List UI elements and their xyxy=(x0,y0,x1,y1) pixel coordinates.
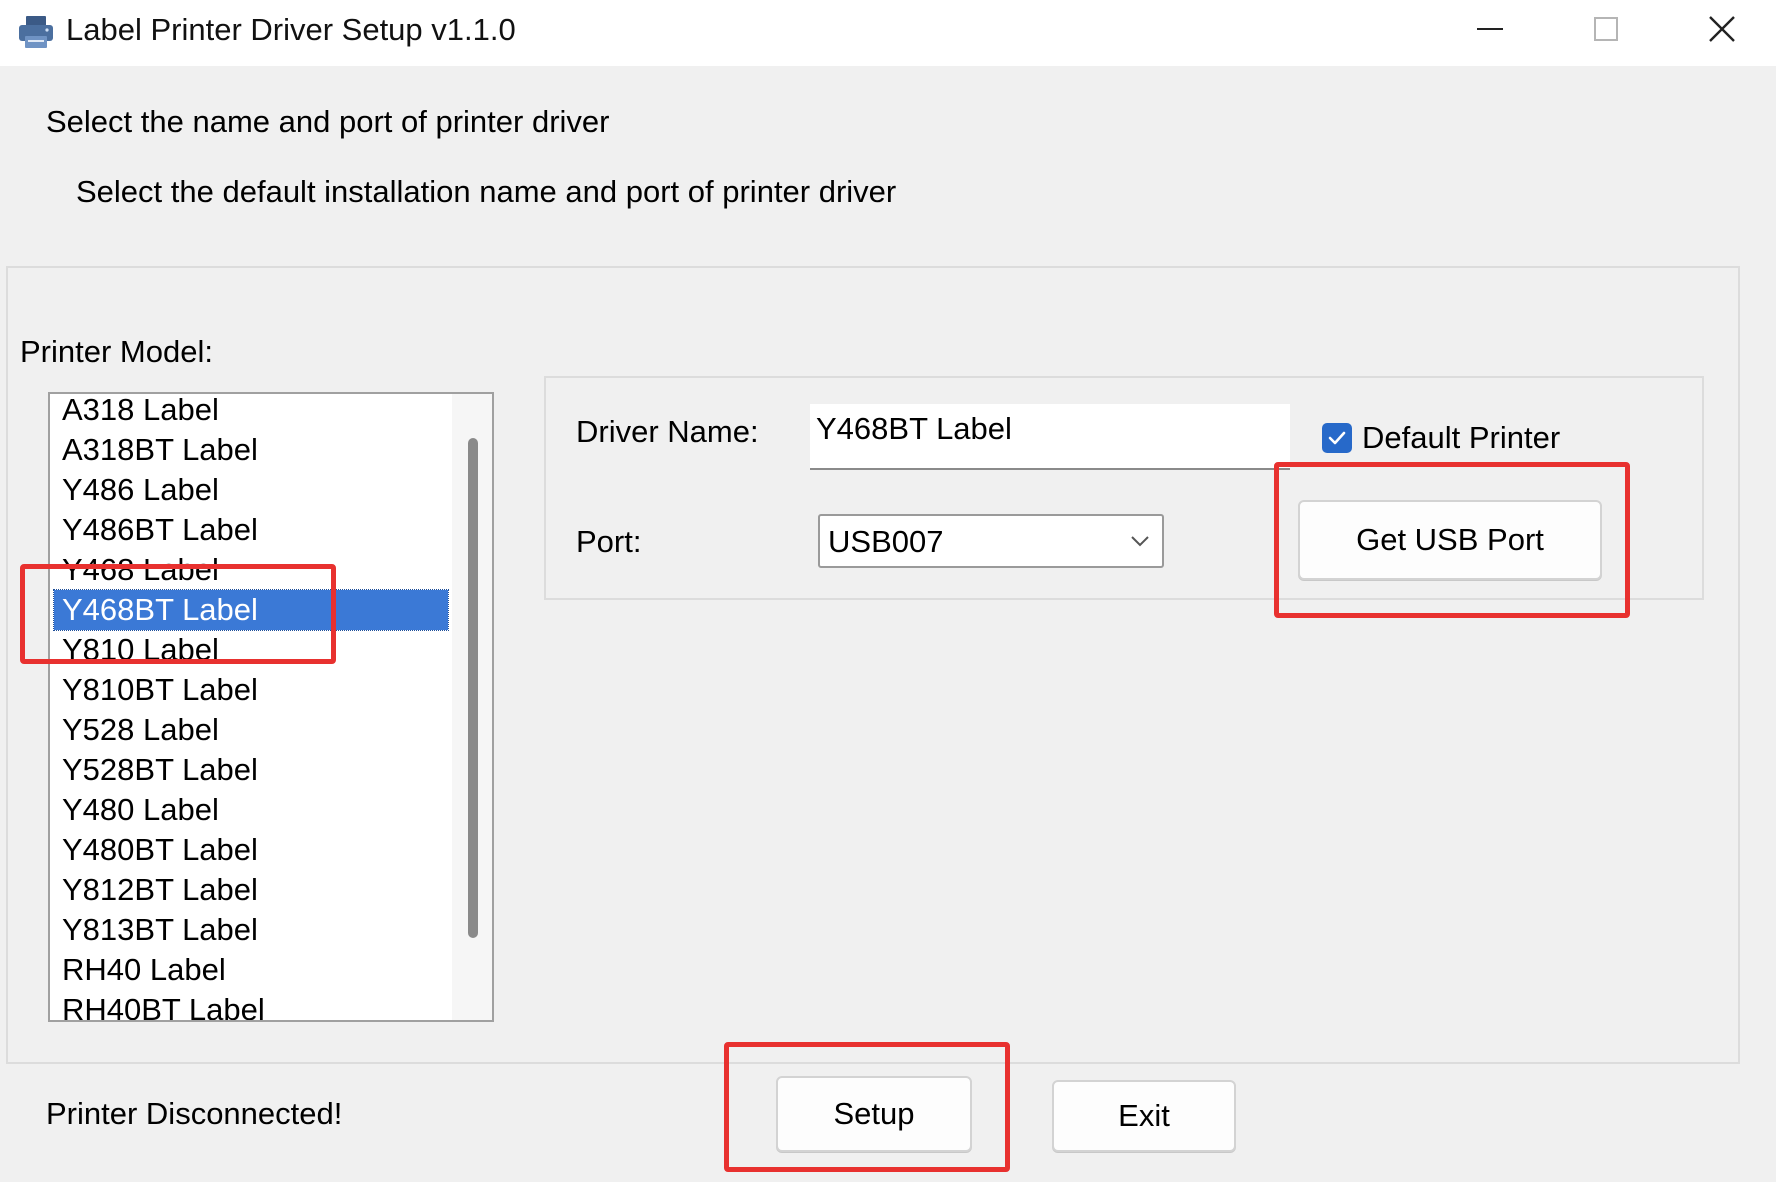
list-item[interactable]: Y480BT Label xyxy=(54,830,448,870)
setup-button[interactable]: Setup xyxy=(776,1076,972,1152)
scrollbar-thumb[interactable] xyxy=(468,438,478,938)
title-bar[interactable]: Label Printer Driver Setup v1.1.0 xyxy=(0,0,1776,66)
list-item[interactable]: Y528BT Label xyxy=(54,750,448,790)
driver-name-field[interactable] xyxy=(810,404,1290,470)
list-scrollbar[interactable] xyxy=(452,394,492,1020)
printer-model-label: Printer Model: xyxy=(20,334,213,369)
window-title: Label Printer Driver Setup v1.1.0 xyxy=(66,12,516,47)
checkmark-icon xyxy=(1322,423,1352,453)
list-item[interactable]: Y468 Label xyxy=(54,550,448,590)
printer-icon xyxy=(16,12,56,52)
list-item[interactable]: RH40BT Label xyxy=(54,990,448,1020)
port-label: Port: xyxy=(576,524,642,559)
default-printer-checkbox[interactable]: Default Printer xyxy=(1322,418,1560,458)
port-selected-value: USB007 xyxy=(828,524,944,559)
status-text: Printer Disconnected! xyxy=(46,1096,343,1131)
list-item[interactable]: Y812BT Label xyxy=(54,870,448,910)
printer-model-items: A318 Label A318BT Label Y486 Label Y486B… xyxy=(50,394,450,1020)
list-item-selected[interactable]: Y468BT Label xyxy=(53,589,449,631)
driver-name-label: Driver Name: xyxy=(576,414,759,449)
list-item[interactable]: Y528 Label xyxy=(54,710,448,750)
minimize-icon xyxy=(1477,27,1503,31)
list-item[interactable]: Y810 Label xyxy=(54,630,448,670)
list-item[interactable]: A318BT Label xyxy=(54,430,448,470)
default-printer-label: Default Printer xyxy=(1362,420,1561,455)
chevron-down-icon xyxy=(1130,534,1150,552)
close-button[interactable] xyxy=(1664,0,1776,58)
printer-model-list[interactable]: A318 Label A318BT Label Y486 Label Y486B… xyxy=(48,392,494,1022)
list-item[interactable]: Y486 Label xyxy=(54,470,448,510)
list-item[interactable]: RH40 Label xyxy=(54,950,448,990)
list-item[interactable]: Y480 Label xyxy=(54,790,448,830)
exit-button[interactable]: Exit xyxy=(1052,1080,1236,1152)
list-item[interactable]: Y486BT Label xyxy=(54,510,448,550)
get-usb-port-button[interactable]: Get USB Port xyxy=(1298,500,1602,580)
page-heading: Select the name and port of printer driv… xyxy=(46,104,610,139)
maximize-button[interactable] xyxy=(1548,0,1664,58)
maximize-icon xyxy=(1594,17,1618,41)
minimize-button[interactable] xyxy=(1432,0,1548,58)
page-subheading: Select the default installation name and… xyxy=(76,174,897,209)
setup-window: Label Printer Driver Setup v1.1.0 Select… xyxy=(0,0,1776,1182)
list-item[interactable]: Y810BT Label xyxy=(54,670,448,710)
port-dropdown[interactable]: USB007 xyxy=(818,514,1164,568)
close-icon xyxy=(1709,16,1735,42)
list-item[interactable]: Y813BT Label xyxy=(54,910,448,950)
list-item[interactable]: A318 Label xyxy=(54,394,448,430)
